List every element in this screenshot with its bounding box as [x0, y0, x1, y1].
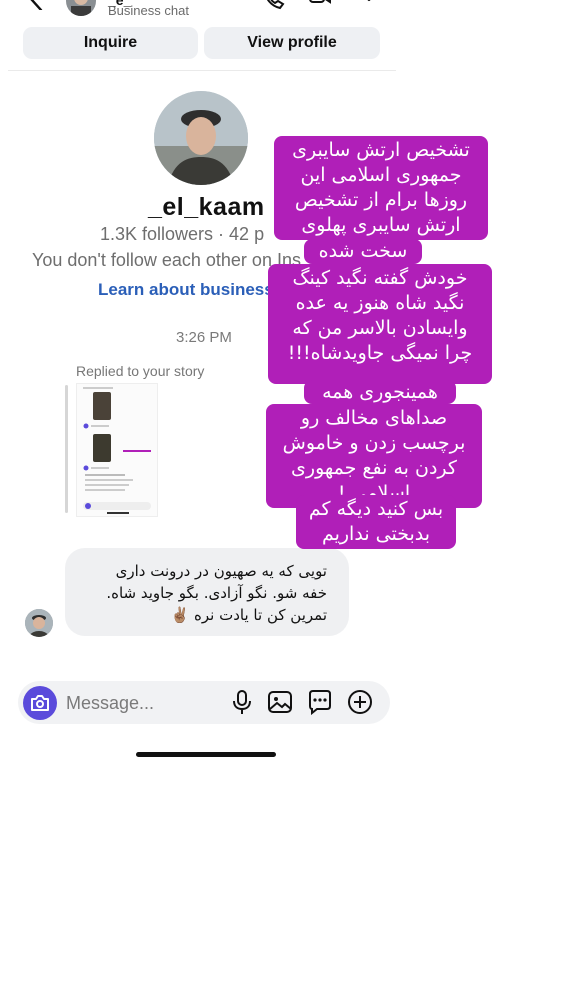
inquire-button[interactable]: Inquire [23, 27, 198, 59]
overlay-line: صداهای مخالف رو [300, 407, 448, 429]
sender-avatar[interactable] [25, 609, 53, 637]
profile-avatar[interactable] [154, 91, 248, 185]
overlay-line: سخت شده [318, 240, 408, 262]
message-timestamp: 3:26 PM [176, 329, 232, 346]
message-line: تویی که یه صهیون در درونت داری [115, 562, 327, 580]
overlay-line: چرا نمیگی جاویدشاه!!! [287, 342, 473, 364]
overlay-line: برچسب زدن و خاموش [282, 432, 466, 454]
overlay-block-6: بس کنید دیگه کم بدبختی نداریم [296, 495, 456, 549]
home-indicator [136, 752, 276, 757]
overlay-line: جمهوری اسلامی این [300, 164, 462, 186]
replied-to-story-label: Replied to your story [76, 363, 205, 379]
header-divider [8, 70, 396, 71]
overlay-block-4: همینجوری همه [304, 380, 456, 404]
message-input[interactable] [66, 690, 216, 716]
overlay-block-5: صداهای مخالف رو برچسب زدن و خاموش کردن ب… [266, 404, 482, 508]
message-line: تمرین کن تا یادت نره ✌🏽 [170, 606, 327, 624]
message-line: خفه شو. نگو آزادی. بگو جاوید شاه. [106, 584, 327, 602]
overlay-line: همینجوری همه [322, 381, 438, 403]
overlay-line: بس کنید دیگه کم [308, 498, 444, 520]
overlay-line: تشخیص ارتش سایبری [292, 139, 470, 161]
message-bubble[interactable]: تویی که یه صهیون در درونت داری خفه شو. ن… [65, 548, 349, 636]
overlay-line: ارتش سایبری پهلوی [301, 214, 461, 236]
overlay-line: نگید شاه هنوز یه عده [295, 292, 465, 314]
view-profile-button[interactable]: View profile [204, 27, 380, 59]
learn-business-link[interactable]: Learn about business [98, 280, 274, 300]
add-icon[interactable] [347, 689, 373, 715]
profile-username: _el_kaam [148, 193, 265, 221]
follow-status: You don't follow each other on Ins [32, 250, 301, 270]
reply-quote-bar [65, 385, 68, 513]
story-preview-thumbnail[interactable] [76, 383, 158, 517]
gallery-icon[interactable] [267, 689, 293, 715]
overlay-block-1: تشخیص ارتش سایبری جمهوری اسلامی این روزه… [274, 136, 488, 240]
overlay-block-3: خودش گفته نگید کینگ نگید شاه هنوز یه عده… [268, 264, 492, 384]
sticker-icon[interactable] [307, 689, 333, 715]
phone-icon[interactable] [262, 0, 286, 12]
back-chevron-icon[interactable] [28, 0, 46, 10]
overlay-line: وایسادن بالاسر من که [292, 317, 468, 339]
overlay-line: روزها برام از تشخیص [294, 189, 468, 211]
overlay-block-2: سخت شده [304, 239, 422, 264]
message-text: تویی که یه صهیون در درونت داری خفه شو. ن… [65, 560, 327, 626]
tag-icon[interactable] [357, 0, 381, 12]
header-avatar[interactable] [66, 0, 96, 16]
overlay-line: بدبختی نداریم [321, 523, 431, 545]
overlay-line: کردن به نفع جمهوری [291, 457, 457, 479]
camera-button[interactable] [23, 686, 57, 720]
camera-icon [31, 695, 49, 711]
header-subtitle: Business chat [108, 3, 189, 18]
overlay-line: خودش گفته نگید کینگ [292, 267, 468, 289]
profile-stats: 1.3K followers · 42 p [100, 224, 265, 244]
video-call-icon[interactable] [308, 0, 332, 12]
microphone-icon[interactable] [229, 689, 255, 715]
